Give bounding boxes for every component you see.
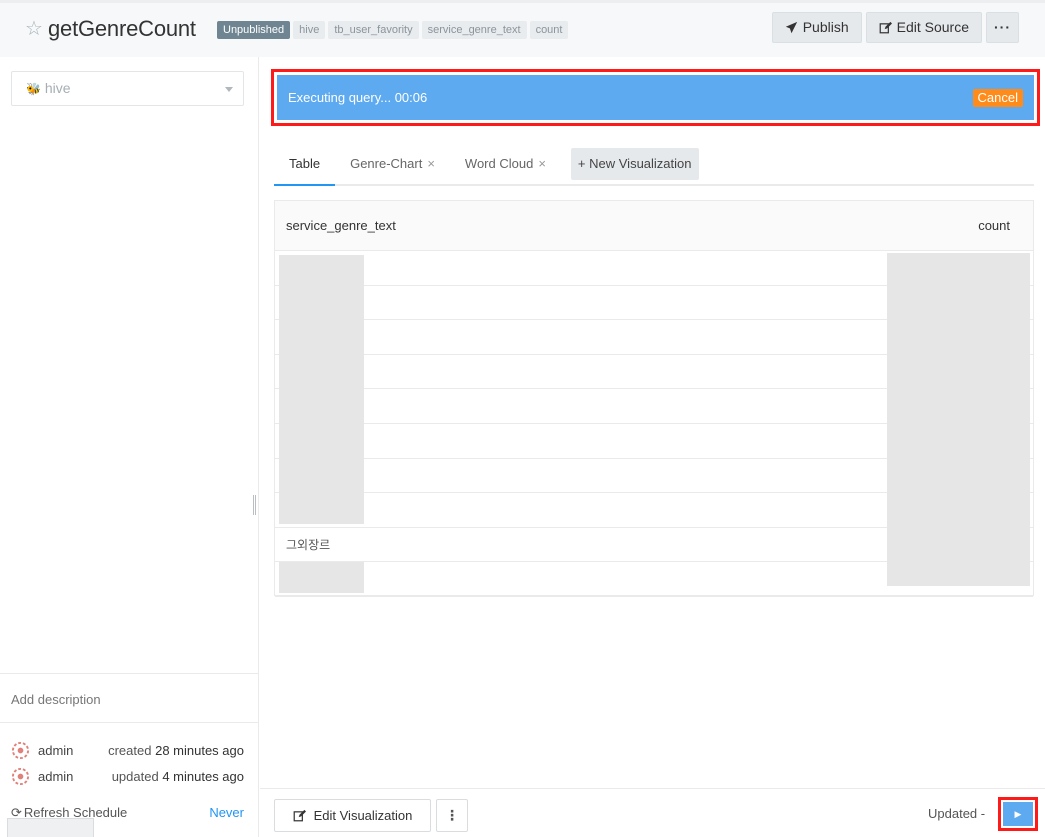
tag: count — [529, 21, 569, 39]
table-cell: 그외장르 — [286, 537, 331, 552]
created-time: created 28 minutes ago — [108, 743, 244, 758]
query-results-area: Executing query... 00:06 Cancel Table Ge… — [260, 57, 1045, 837]
results-table: service_genre_text count 그외장르 — [274, 200, 1034, 597]
meta-time: 28 minutes ago — [155, 742, 244, 758]
execution-status-highlight: Executing query... 00:06 Cancel — [271, 69, 1040, 126]
redacted-block — [887, 253, 1030, 586]
tab-label: Table — [289, 156, 321, 171]
query-header: ☆ getGenreCount Unpublished hive tb_user… — [0, 0, 1045, 57]
execution-status-bar: Executing query... 00:06 Cancel — [277, 75, 1034, 120]
execute-button-highlight: ▶ — [998, 797, 1038, 831]
tag: service_genre_text — [421, 21, 527, 39]
edit-icon — [293, 809, 306, 822]
meta-action: updated — [111, 768, 159, 784]
kebab-icon: ⋮ — [445, 807, 459, 823]
more-options-button[interactable]: ⋮ — [436, 799, 468, 832]
query-sidebar: 🐝 hive Add description admin created 28 … — [0, 57, 259, 837]
edit-visualization-label: Edit Visualization — [313, 808, 413, 823]
play-icon: ▶ — [1014, 808, 1022, 819]
updated-time: updated 4 minutes ago — [112, 769, 244, 784]
add-description[interactable]: Add description — [0, 673, 258, 723]
column-header[interactable]: count — [978, 218, 1022, 233]
edit-source-label: Edit Source — [896, 19, 969, 35]
bottom-tab — [7, 818, 94, 837]
updated-meta: admin updated 4 minutes ago — [11, 766, 244, 786]
close-icon[interactable]: × — [538, 146, 546, 182]
column-header[interactable]: service_genre_text — [286, 218, 396, 233]
tag-list: Unpublished hive tb_user_favority servic… — [217, 21, 569, 39]
more-actions-button[interactable]: ··· — [986, 12, 1019, 43]
favorite-star-icon[interactable]: ☆ — [25, 16, 43, 41]
edit-icon — [879, 21, 892, 34]
edit-visualization-button[interactable]: Edit Visualization — [274, 799, 431, 832]
updated-status: Updated - — [928, 806, 986, 821]
redacted-block — [279, 562, 364, 593]
cancel-button[interactable]: Cancel — [972, 88, 1023, 107]
meta-time: 4 minutes ago — [162, 768, 244, 784]
tag: hive — [293, 21, 326, 39]
publish-button[interactable]: Publish — [771, 12, 862, 43]
new-visualization-button[interactable]: + New Visualization — [570, 148, 699, 180]
user-name[interactable]: admin — [38, 769, 73, 784]
caret-down-icon — [225, 87, 233, 92]
redacted-block — [279, 255, 364, 524]
created-meta: admin created 28 minutes ago — [11, 740, 244, 760]
visualization-tabs: Table Genre-Chart × Word Cloud × + New V… — [274, 144, 1034, 186]
edit-source-button[interactable]: Edit Source — [865, 12, 982, 43]
close-icon[interactable]: × — [427, 146, 435, 182]
hive-icon: 🐝 — [26, 82, 41, 96]
datasource-select[interactable]: 🐝 hive — [11, 71, 244, 106]
unpublished-badge: Unpublished — [217, 21, 291, 39]
user-name[interactable]: admin — [38, 743, 73, 758]
bottom-controller: Edit Visualization ⋮ Updated - ▶ — [260, 788, 1045, 837]
publish-label: Publish — [802, 19, 849, 35]
paper-plane-icon — [785, 21, 797, 34]
tab-genre-chart[interactable]: Genre-Chart × — [335, 144, 450, 184]
tab-label: Word Cloud — [464, 156, 534, 171]
refresh-schedule-value[interactable]: Never — [209, 805, 244, 821]
resize-handle[interactable] — [253, 495, 256, 515]
avatar — [11, 767, 30, 785]
query-title[interactable]: getGenreCount — [48, 16, 196, 42]
tag: tb_user_favority — [328, 21, 419, 39]
avatar — [11, 741, 30, 759]
meta-action: created — [108, 742, 152, 758]
tab-label: Genre-Chart — [350, 156, 423, 171]
datasource-value: hive — [44, 80, 71, 96]
table-header: service_genre_text count — [275, 201, 1033, 251]
tab-word-cloud[interactable]: Word Cloud × — [450, 144, 561, 184]
execute-button[interactable]: ▶ — [1003, 802, 1033, 826]
tab-table[interactable]: Table — [274, 144, 336, 186]
header-actions: Publish Edit Source ··· — [771, 12, 1019, 43]
execution-status-text: Executing query... 00:06 — [288, 90, 428, 105]
